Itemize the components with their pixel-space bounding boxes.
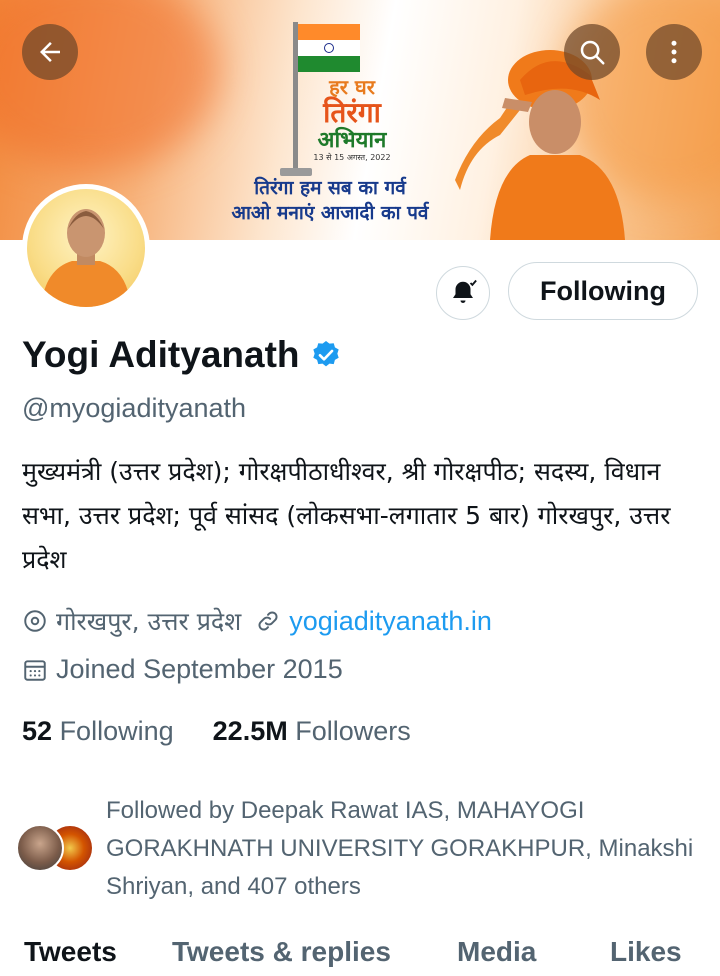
tab-media[interactable]: Media <box>457 936 536 968</box>
calendar-icon <box>24 659 46 681</box>
link-icon <box>258 611 278 631</box>
followers-label: Followers <box>295 716 411 746</box>
flag-base <box>280 168 312 176</box>
followed-by-text: Followed by Deepak Rawat IAS, MAHAYOGI G… <box>106 797 694 900</box>
profile-avatar[interactable] <box>22 184 150 312</box>
search-icon <box>580 40 605 65</box>
banner-glow <box>0 0 220 170</box>
profile-location: गोरखपुर, उत्तर प्रदेश <box>56 607 242 636</box>
campaign-dates: 13 से 15 अगस्त, 2022 <box>313 153 391 162</box>
location-icon <box>24 610 46 632</box>
avatar-portrait <box>41 209 131 307</box>
following-label: Following <box>59 716 174 746</box>
campaign-line2: तिरंगा <box>323 96 381 129</box>
campaign-logo: हर घर तिरंगा अभियान 13 से 15 अगस्त, 2022 <box>290 76 414 164</box>
notifications-button[interactable] <box>436 266 490 320</box>
profile-name-row: Yogi Adityanath <box>22 334 342 376</box>
search-button[interactable] <box>564 24 620 80</box>
tab-likes[interactable]: Likes <box>610 936 682 968</box>
verified-badge-icon <box>312 341 339 367</box>
profile-handle: @myogiadityanath <box>22 393 247 423</box>
tab-tweets-replies[interactable]: Tweets & replies <box>172 936 391 968</box>
profile-website-link[interactable]: yogiadityanath.in <box>289 606 492 637</box>
tab-tweets[interactable]: Tweets <box>24 936 117 968</box>
profile-tabs: Tweets Tweets & replies Media Likes <box>0 936 720 976</box>
profile-name: Yogi Adityanath <box>22 334 300 375</box>
followers-count: 22.5M <box>212 716 288 746</box>
profile-meta-joined: Joined September 2015 <box>22 654 343 685</box>
following-stat[interactable]: 52 Following <box>22 716 174 746</box>
followers-stat[interactable]: 22.5M Followers <box>213 716 411 746</box>
follow-stats: 52 Following 22.5M Followers <box>22 716 411 747</box>
profile-bio: मुख्यमंत्री (उत्तर प्रदेश); गोरक्षपीठाधी… <box>22 457 671 574</box>
following-button[interactable]: Following <box>508 262 698 320</box>
banner-slogan: तिरंगा हम सब का गर्व आओ मनाएं आजादी का प… <box>185 176 475 226</box>
back-button[interactable] <box>22 24 78 80</box>
followed-by-section[interactable]: Followed by Deepak Rawat IAS, MAHAYOGI G… <box>16 792 720 902</box>
indian-flag-icon <box>298 24 360 72</box>
slogan-line1: तिरंगा हम सब का गर्व <box>254 177 406 199</box>
more-button[interactable] <box>646 24 702 80</box>
follower-avatar <box>16 824 64 872</box>
campaign-line3: अभियान <box>317 127 387 153</box>
following-count: 52 <box>22 716 53 746</box>
arrow-left-icon <box>40 42 60 62</box>
profile-joined-date: Joined September 2015 <box>56 654 343 684</box>
slogan-line2: आओ मनाएं आजादी का पर्व <box>231 202 429 224</box>
profile-meta-location-website: गोरखपुर, उत्तर प्रदेश yogiadityanath.in <box>22 604 492 638</box>
campaign-line1: हर घर <box>329 75 375 99</box>
more-vertical-icon <box>671 40 677 64</box>
bell-icon <box>453 279 477 303</box>
